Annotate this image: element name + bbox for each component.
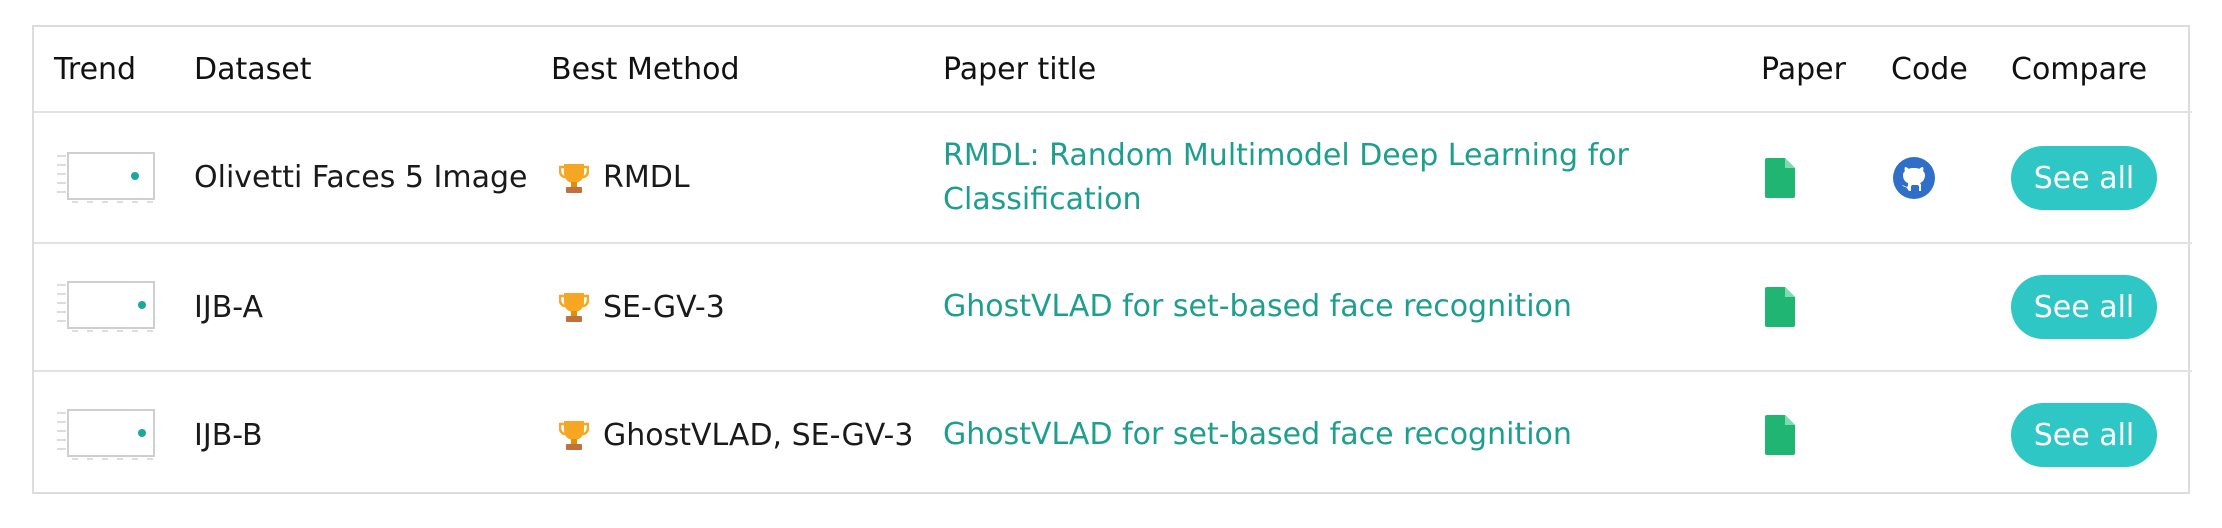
paper-title-link[interactable]: GhostVLAD for set-based face recognition: [943, 413, 1761, 457]
sparkline-chart-icon[interactable]: [54, 151, 156, 205]
best-method-name[interactable]: SE-GV-3: [603, 290, 725, 325]
sota-table: Trend Dataset Best Method Paper title Pa…: [32, 25, 2192, 498]
dataset-name[interactable]: IJB-A: [194, 242, 551, 371]
paper-title-cell: GhostVLAD for set-based face recognition: [943, 242, 1761, 371]
header-paper: Paper: [1761, 51, 1846, 87]
best-method-name[interactable]: RMDL: [603, 160, 690, 195]
code-cell: [1891, 370, 2011, 498]
paper-document-icon[interactable]: [1765, 157, 1795, 198]
best-method-name[interactable]: GhostVLAD, SE-GV-3: [603, 418, 913, 453]
sparkline-chart-icon[interactable]: [54, 280, 156, 334]
trend-cell: [34, 242, 194, 371]
code-cell: [1891, 111, 2011, 243]
trophy-icon: [559, 293, 589, 322]
paper-cell: [1761, 242, 1891, 371]
github-icon[interactable]: [1893, 156, 1935, 199]
paper-cell: [1761, 111, 1891, 243]
paper-title-cell: RMDL: Random Multimodel Deep Learning fo…: [943, 111, 1761, 243]
paper-title-line-1: RMDL: Random Multimodel Deep Learning fo…: [943, 137, 1629, 173]
dataset-name[interactable]: Olivetti Faces 5 Image: [194, 111, 551, 243]
header-dataset: Dataset: [194, 51, 312, 87]
compare-cell: See all: [2011, 111, 2192, 243]
paper-title-line-2: Classification: [943, 181, 1142, 217]
compare-cell: See all: [2011, 370, 2192, 498]
header-trend: Trend: [54, 51, 137, 87]
see-all-button[interactable]: See all: [2011, 275, 2157, 339]
trophy-icon: [559, 421, 589, 450]
header-paper-title: Paper title: [943, 51, 1097, 87]
see-all-button[interactable]: See all: [2011, 403, 2157, 467]
best-method-cell: SE-GV-3: [551, 242, 943, 371]
best-method-cell: RMDL: [551, 111, 943, 243]
header-best-method: Best Method: [551, 51, 740, 87]
trophy-icon: [559, 163, 589, 193]
trend-cell: [34, 111, 194, 243]
paper-title-cell: GhostVLAD for set-based face recognition: [943, 370, 1761, 498]
header-compare: Compare: [2011, 51, 2148, 87]
header-code: Code: [1891, 51, 1968, 87]
sparkline-chart-icon[interactable]: [54, 408, 156, 462]
table-row: IJB-B GhostVLAD, SE-GV-3 GhostVLAD for s…: [34, 370, 2192, 498]
paper-document-icon[interactable]: [1765, 415, 1795, 455]
trend-cell: [34, 370, 194, 498]
table-row: IJB-A SE-GV-3 GhostVLAD for set-based fa…: [34, 242, 2192, 371]
dataset-name[interactable]: IJB-B: [194, 370, 551, 498]
paper-title-link[interactable]: RMDL: Random Multimodel Deep Learning fo…: [943, 134, 1761, 222]
table-row: Olivetti Faces 5 Image RMDL RMDL: Random…: [34, 111, 2192, 243]
table-header-row: Trend Dataset Best Method Paper title Pa…: [34, 27, 2192, 112]
best-method-cell: GhostVLAD, SE-GV-3: [551, 370, 943, 498]
compare-cell: See all: [2011, 242, 2192, 371]
paper-title-link[interactable]: GhostVLAD for set-based face recognition: [943, 285, 1761, 329]
see-all-button[interactable]: See all: [2011, 145, 2157, 210]
paper-document-icon[interactable]: [1765, 287, 1795, 327]
paper-cell: [1761, 370, 1891, 498]
code-cell: [1891, 242, 2011, 371]
